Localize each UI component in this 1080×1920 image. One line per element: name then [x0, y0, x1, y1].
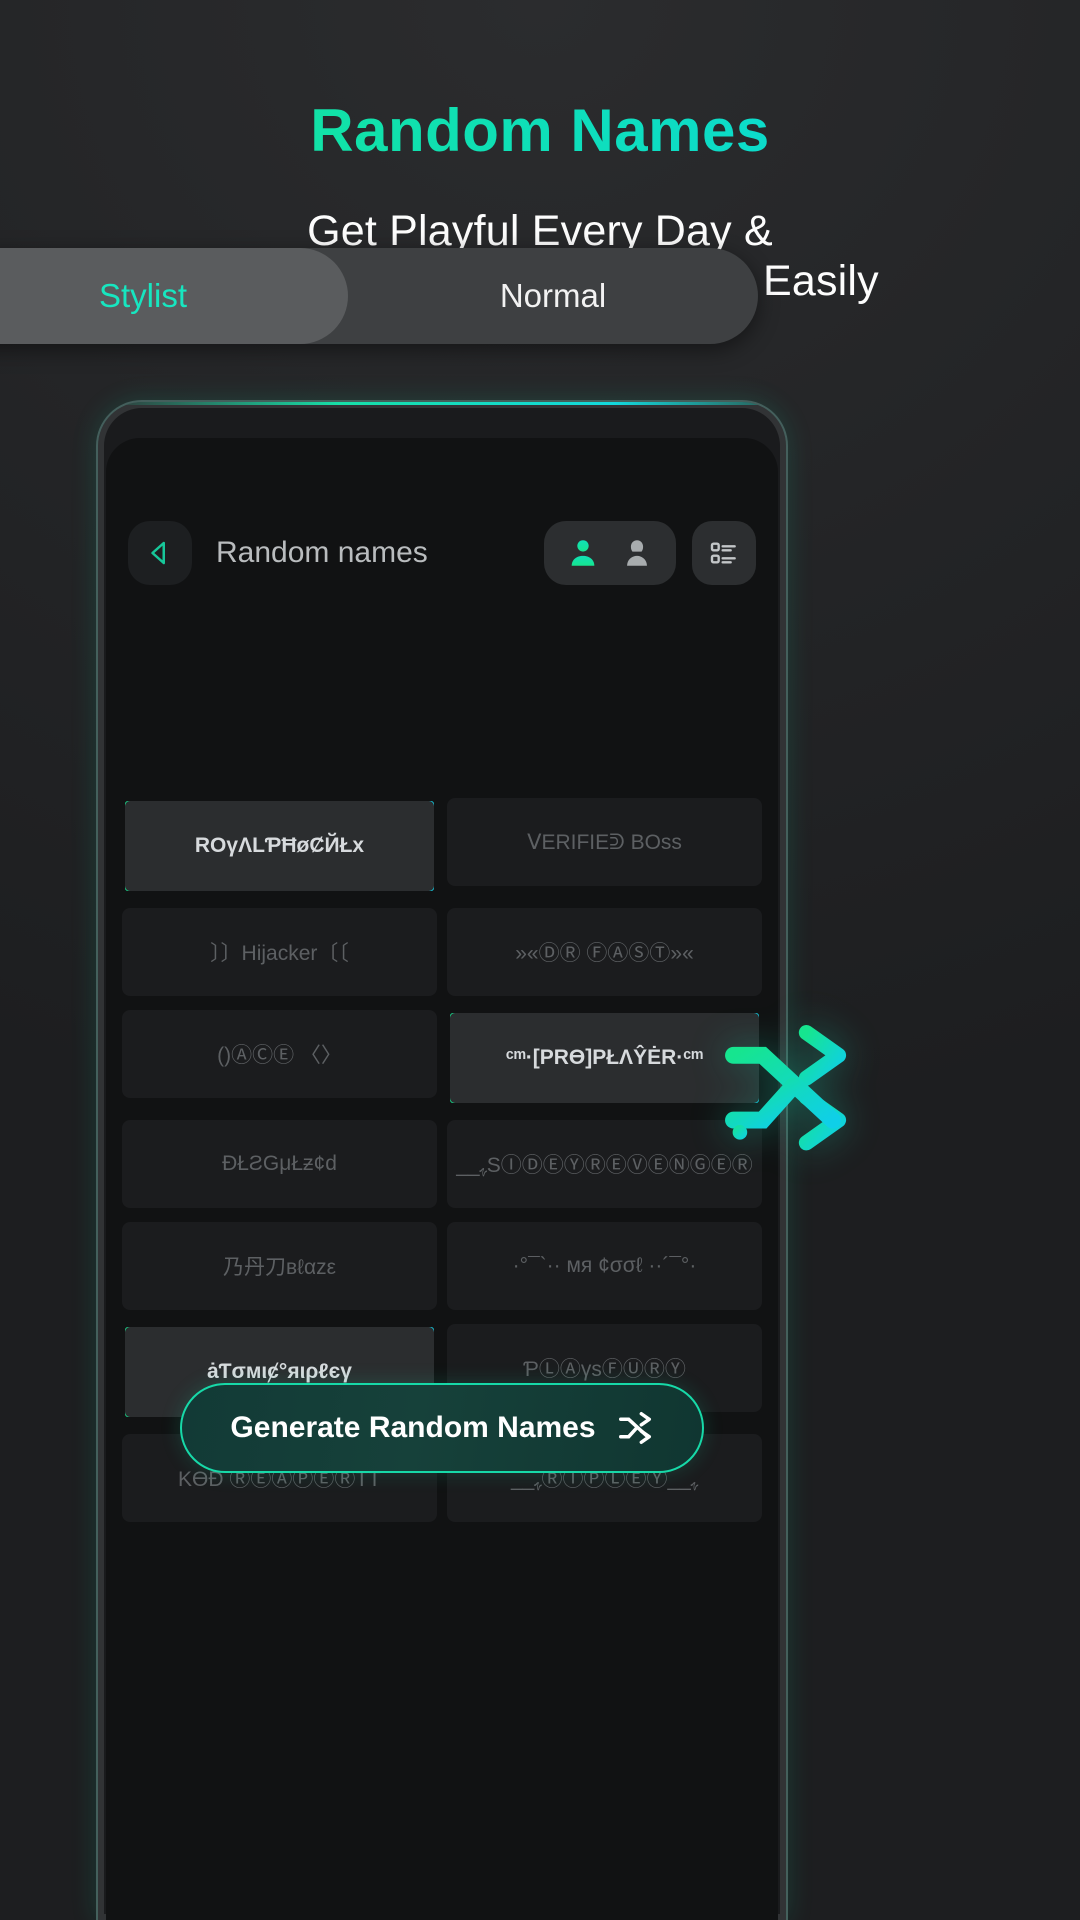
app-bar: Random names [106, 510, 778, 596]
name-cell-label: ȧƬσмιȼ°яιρℓєγ [207, 1360, 352, 1383]
name-cell[interactable]: ᐯERIFIEᕲ BOss [447, 798, 762, 886]
name-cell[interactable]: »«ⒹⓇ ⒻⒶⓈⓉ»« [447, 908, 762, 996]
name-cell[interactable]: ĐŁƧGμŁƶ¢d [122, 1120, 437, 1208]
gender-toggle[interactable] [544, 521, 676, 585]
name-cell-label: ·°¯`·· мя ¢σσℓ ··´¯°· [512, 1254, 697, 1277]
phone-screen: Random names ROγΛLƤĦøȻЙŁx ᐯERIFIEᕲ BOss … [106, 438, 778, 1920]
list-view-button[interactable] [692, 521, 756, 585]
phone-top-glow [98, 402, 786, 405]
name-cell-label: »«ⒹⓇ ⒻⒶⓈⓉ»« [515, 942, 694, 965]
name-cell-label: 〕〕Hijacker〔〔 [210, 942, 349, 965]
phone-mockup: Random names ROγΛLƤĦøȻЙŁx ᐯERIFIEᕲ BOss … [96, 400, 788, 1920]
name-cell-selected[interactable]: ROγΛLƤĦøȻЙŁx [122, 798, 437, 894]
name-cell-label: ᶜᵐ·[PRӨ]PŁΛŶĖR·ᶜᵐ [505, 1046, 704, 1069]
name-cell[interactable]: ()ⒶⒸⒺ 〈〉 [122, 1010, 437, 1098]
app-bar-title: Random names [216, 536, 428, 569]
page-title: Random Names [0, 96, 1080, 165]
shuffle-icon [725, 1025, 847, 1151]
mode-tab-bar: Stylist Normal [0, 248, 758, 344]
name-cell-label: ĐŁƧGμŁƶ¢d [222, 1152, 337, 1175]
name-cell-label: ᐯERIFIEᕲ BOss [527, 830, 682, 854]
name-cell-label: ƤⓁⒶγsⒻⓊⓇⓎ [523, 1358, 686, 1381]
name-cell-label: __ﮩSⒾⒹⒺⓎⓇⒺⓋⒺⓃⒼⒺⓇ [456, 1154, 753, 1177]
person-male-icon[interactable] [566, 536, 600, 570]
name-cell[interactable]: 乃丹刀вℓαzε [122, 1222, 437, 1310]
name-cell[interactable]: ·°¯`·· мя ¢σσℓ ··´¯°· [447, 1222, 762, 1310]
shuffle-icon [618, 1412, 651, 1444]
promo-screenshot: Random Names Get Playful Every Day & Exp… [0, 0, 1080, 1920]
generate-button-label: Generate Random Names [230, 1411, 596, 1444]
back-arrow-icon [151, 541, 165, 565]
back-button[interactable] [128, 521, 192, 585]
floating-shuffle-badge [716, 1018, 856, 1158]
name-cell-label: ()ⒶⒸⒺ 〈〉 [217, 1044, 342, 1067]
generate-random-names-button[interactable]: Generate Random Names [180, 1383, 704, 1473]
name-cell-label: ROγΛLƤĦøȻЙŁx [194, 834, 365, 857]
name-cell[interactable]: 〕〕Hijacker〔〔 [122, 908, 437, 996]
tab-stylist[interactable]: Stylist [0, 248, 348, 344]
name-cell-selected[interactable]: ᶜᵐ·[PRӨ]PŁΛŶĖR·ᶜᵐ [447, 1010, 762, 1106]
name-cell[interactable]: __ﮩSⒾⒹⒺⓎⓇⒺⓋⒺⓃⒼⒺⓇ [447, 1120, 762, 1208]
person-female-icon[interactable] [620, 536, 654, 570]
list-view-icon [710, 542, 736, 564]
name-cell-label: 乃丹刀вℓαzε [223, 1256, 336, 1279]
tab-normal[interactable]: Normal [348, 248, 758, 344]
